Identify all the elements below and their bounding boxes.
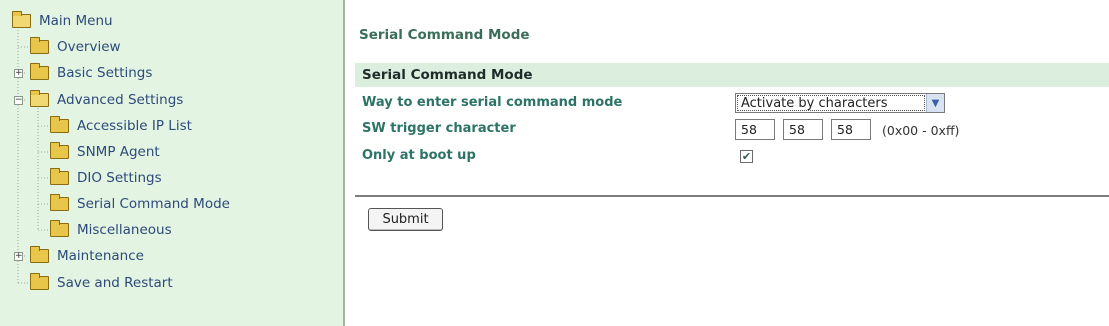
expand-icon[interactable]: +	[14, 252, 23, 261]
main-content: Serial Command Mode Serial Command Mode …	[347, 0, 1109, 326]
folder-icon	[50, 168, 69, 185]
sidebar-item-label: Save and Restart	[57, 275, 173, 291]
page-title: Serial Command Mode	[359, 27, 530, 43]
select-value: Activate by characters	[737, 95, 925, 111]
expand-icon[interactable]: +	[14, 69, 23, 78]
sidebar-item-label: SNMP Agent	[77, 144, 160, 160]
sidebar-item-miscellaneous[interactable]: Miscellaneous	[50, 219, 172, 241]
way-to-enter-label: Way to enter serial command mode	[362, 95, 623, 110]
folder-icon	[50, 194, 69, 211]
sidebar-item-label: Serial Command Mode	[77, 196, 230, 212]
sidebar-item-label: Accessible IP List	[77, 118, 192, 134]
folder-open-icon	[30, 90, 49, 107]
sidebar-item-label: Maintenance	[57, 248, 144, 264]
sidebar-item-label: Basic Settings	[57, 65, 153, 81]
sidebar-item-label: Overview	[57, 39, 121, 55]
section-header-label: Serial Command Mode	[362, 67, 533, 83]
way-to-enter-select[interactable]: Activate by characters ▼	[735, 93, 945, 113]
submit-button[interactable]: Submit	[368, 208, 443, 231]
sidebar-item-accessible-ip-list[interactable]: Accessible IP List	[50, 115, 192, 137]
folder-open-icon	[12, 11, 31, 28]
sidebar-item-basic-settings[interactable]: Basic Settings	[30, 62, 152, 84]
folder-icon	[30, 273, 49, 290]
sidebar-item-advanced-settings[interactable]: Advanced Settings	[30, 89, 183, 111]
folder-icon	[50, 142, 69, 159]
trigger-char-2-input[interactable]	[783, 119, 823, 140]
trigger-char-3-input[interactable]	[831, 119, 871, 140]
sidebar-item-label: Miscellaneous	[77, 222, 172, 238]
folder-icon	[30, 63, 49, 80]
sidebar-item-overview[interactable]: Overview	[30, 36, 121, 58]
sidebar-item-serial-command-mode[interactable]: Serial Command Mode	[50, 193, 230, 215]
sidebar-item-label: Advanced Settings	[57, 92, 184, 108]
boot-up-checkbox[interactable]: ✔	[740, 150, 753, 163]
sidebar-item-maintenance[interactable]: Maintenance	[30, 245, 144, 267]
divider	[355, 195, 1109, 197]
folder-icon	[30, 246, 49, 263]
collapse-icon[interactable]: −	[14, 96, 23, 105]
sidebar-item-label: DIO Settings	[77, 170, 162, 186]
boot-up-label: Only at boot up	[362, 148, 476, 163]
folder-icon	[50, 220, 69, 237]
sidebar-item-dio-settings[interactable]: DIO Settings	[50, 167, 162, 189]
sw-trigger-label: SW trigger character	[362, 121, 516, 136]
folder-icon	[50, 116, 69, 133]
chevron-down-icon[interactable]: ▼	[926, 94, 944, 112]
folder-icon	[30, 37, 49, 54]
sidebar-item-snmp-agent[interactable]: SNMP Agent	[50, 141, 160, 163]
trigger-range-hint: (0x00 - 0xff)	[882, 123, 960, 138]
sidebar-item-save-and-restart[interactable]: Save and Restart	[30, 272, 173, 294]
section-header: Serial Command Mode	[355, 63, 1109, 87]
sidebar-item-label: Main Menu	[39, 13, 113, 29]
sidebar: Main Menu Overview + Basic Settings − Ad…	[0, 0, 345, 326]
sidebar-item-main-menu[interactable]: Main Menu	[12, 10, 113, 32]
trigger-char-1-input[interactable]	[735, 119, 775, 140]
